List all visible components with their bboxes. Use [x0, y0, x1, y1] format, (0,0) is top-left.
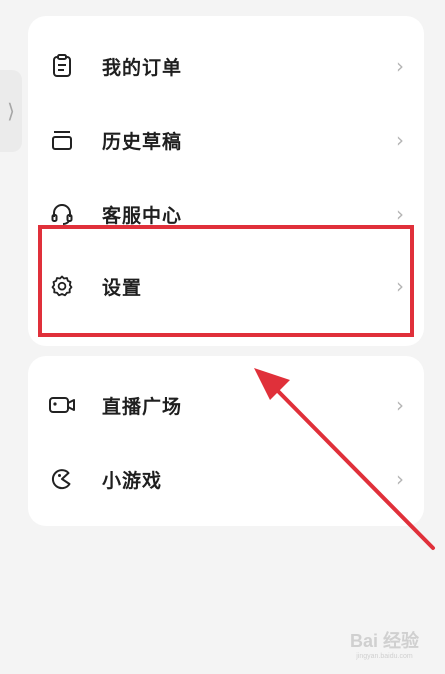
settings-highlight-box [38, 225, 414, 337]
menu-item-my-orders[interactable]: 我的订单 › [28, 30, 424, 102]
menu-label: 小游戏 [102, 469, 163, 492]
chevron-right-icon: › [396, 467, 404, 491]
menu-item-mini-games[interactable]: 小游戏 › [28, 443, 424, 515]
video-camera-icon [48, 391, 76, 419]
drafts-tray-icon [48, 126, 76, 154]
mobile-menu-page: ⟩ 我的订单 › 历史草稿 › 客服中心 › 设置 › 直播广场 › 小游戏 ›… [0, 0, 445, 674]
chevron-right-icon: › [396, 393, 404, 417]
clipboard-icon [48, 52, 76, 80]
headset-icon [48, 200, 76, 228]
game-icon [48, 465, 76, 493]
menu-label: 历史草稿 [102, 130, 183, 153]
menu-item-history-drafts[interactable]: 历史草稿 › [28, 104, 424, 176]
chevron-right-icon: ⟩ [7, 99, 15, 123]
menu-label: 直播广场 [102, 395, 183, 418]
watermark: Bai 经验 jingyan.baidu.com [350, 627, 419, 660]
side-drawer-tab[interactable]: ⟩ [0, 70, 22, 152]
chevron-right-icon: › [396, 202, 404, 226]
menu-item-live-plaza[interactable]: 直播广场 › [28, 369, 424, 441]
menu-label: 我的订单 [102, 56, 183, 79]
chevron-right-icon: › [396, 54, 404, 78]
menu-card-secondary: 直播广场 › 小游戏 › [28, 356, 424, 526]
chevron-right-icon: › [396, 128, 404, 152]
watermark-url: jingyan.baidu.com [356, 653, 413, 660]
menu-label: 客服中心 [102, 204, 183, 227]
watermark-logo: Bai 经验 [349, 631, 419, 651]
